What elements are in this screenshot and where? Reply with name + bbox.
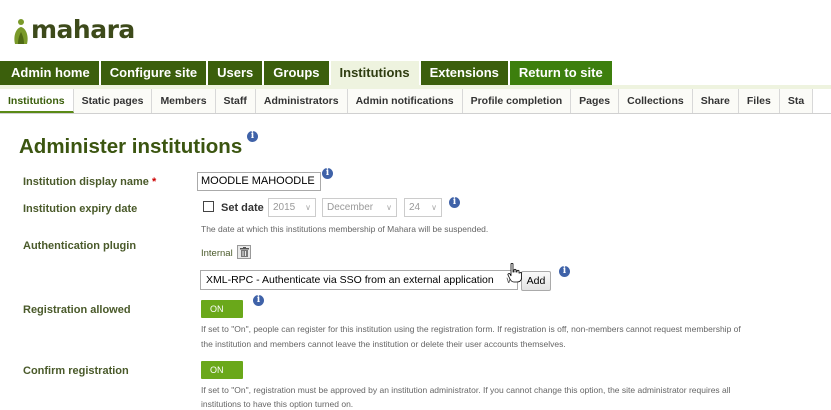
confirm-description-2: institutions to have this option turned … [201,399,354,409]
expiry-day-value: 24 [409,202,421,213]
subnav-pages[interactable]: Pages [571,89,620,113]
logo-text: mahara [31,15,135,44]
sub-nav-divider [0,113,831,114]
subnav-members[interactable]: Members [152,89,216,113]
chevron-down-icon: ∨ [386,203,392,212]
add-auth-button[interactable]: Add [521,271,551,291]
expiry-day-select[interactable]: 24 ∨ [404,198,442,217]
subnav-share[interactable]: Share [692,89,739,113]
subnav-administrators[interactable]: Administrators [255,89,348,113]
auth-plugin-select[interactable]: XML-RPC - Authenticate via SSO from an e… [200,270,518,290]
subnav-files[interactable]: Files [738,89,780,113]
expiry-month-select[interactable]: December ∨ [322,198,397,217]
registration-description-1: If set to "On", people can register for … [201,324,741,334]
trash-icon [239,247,249,257]
registration-help-icon[interactable]: i [253,295,264,306]
set-date-checkbox[interactable] [203,201,214,212]
mahara-logo-icon [14,19,28,44]
delete-auth-button[interactable] [237,245,251,259]
subnav-staff[interactable]: Staff [215,89,256,113]
subnav-institutions[interactable]: Institutions [0,89,74,113]
subnav-collections[interactable]: Collections [619,89,693,113]
registration-allowed-label: Registration allowed [23,304,131,316]
expiry-year-value: 2015 [273,202,296,213]
auth-help-icon[interactable]: i [559,266,570,277]
nav-groups[interactable]: Groups [264,61,329,85]
hand-cursor-icon [507,263,522,283]
nav-admin-home[interactable]: Admin home [0,61,99,85]
display-name-help-icon[interactable]: i [322,168,333,179]
main-nav: Admin home Configure site Users Groups I… [0,61,614,85]
confirm-registration-label: Confirm registration [23,365,129,377]
expiry-description: The date at which this institutions memb… [201,224,489,234]
nav-extensions[interactable]: Extensions [420,61,508,85]
nav-configure-site[interactable]: Configure site [100,61,207,85]
expiry-date-label: Institution expiry date [23,203,138,215]
registration-allowed-toggle[interactable]: ON [201,300,243,318]
subnav-static-pages[interactable]: Static pages [73,89,153,113]
subnav-sta[interactable]: Sta [779,89,814,113]
auth-current: Internal [201,248,233,259]
nav-institutions[interactable]: Institutions [330,61,419,85]
sub-nav: Institutions Static pages Members Staff … [0,89,814,113]
auth-plugin-select-value: XML-RPC - Authenticate via SSO from an e… [206,274,494,286]
required-mark: * [151,176,157,188]
display-name-input[interactable]: MOODLE MAHOODLE [197,172,321,191]
auth-plugin-label: Authentication plugin [23,240,137,252]
page-title-text: Administer institutions [19,135,243,158]
page-help-icon[interactable]: i [247,131,258,142]
chevron-down-icon: ∨ [431,203,437,212]
nav-users[interactable]: Users [208,61,263,85]
display-name-label-text: Institution display name [23,176,149,188]
set-date-label[interactable]: Set date [221,202,264,214]
chevron-down-icon: ∨ [305,203,311,212]
page-title: Administer institutions i [19,131,258,159]
display-name-label: Institution display name * [23,176,156,188]
nav-return-to-site[interactable]: Return to site [509,61,612,85]
expiry-month-value: December [327,202,374,213]
expiry-year-select[interactable]: 2015 ∨ [268,198,316,217]
registration-description-2: the institution and members cannot leave… [201,339,566,349]
expiry-help-icon[interactable]: i [449,197,460,208]
subnav-admin-notifications[interactable]: Admin notifications [347,89,463,113]
mahara-logo[interactable]: mahara [12,8,135,44]
confirm-registration-toggle[interactable]: ON [201,361,243,379]
confirm-description-1: If set to "On", registration must be app… [201,385,731,395]
subnav-profile-completion[interactable]: Profile completion [462,89,572,113]
